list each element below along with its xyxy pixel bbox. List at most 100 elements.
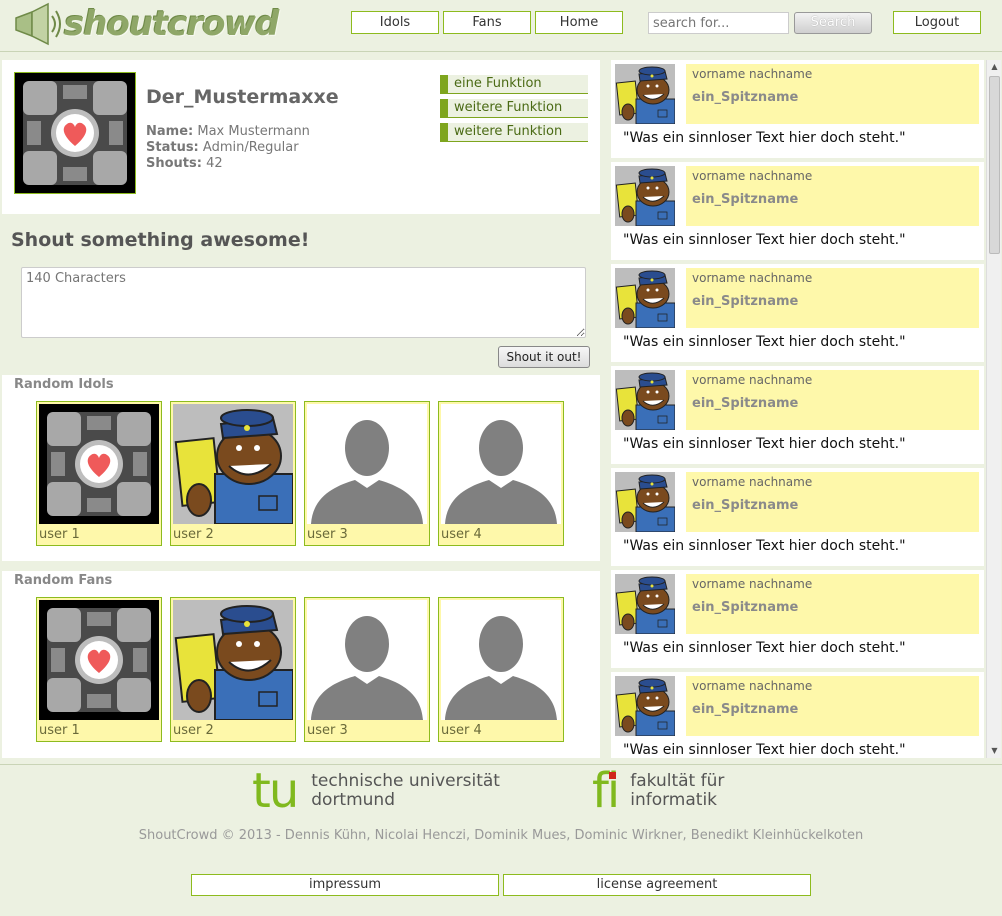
tu-logo-text: technische universität dortmund (311, 772, 500, 810)
tu-dortmund-logo[interactable]: tu technische universität dortmund (252, 763, 500, 819)
feed-message: "Was ein sinnloser Text hier doch steht.… (623, 538, 906, 554)
feed-item[interactable]: vorname nachname ein_Spitzname "Was ein … (611, 366, 984, 464)
shout-button[interactable]: Shout it out! (498, 346, 590, 368)
function-button-1[interactable]: eine Funktion (440, 75, 588, 94)
bear-police-icon (615, 166, 675, 226)
bear-police-icon (615, 64, 675, 124)
feed-nickname[interactable]: ein_Spitzname (692, 90, 798, 105)
feed-item[interactable]: vorname nachname ein_Spitzname "Was ein … (611, 162, 984, 260)
bear-police-icon (615, 472, 675, 532)
fi-logo-text: fakultät für informatik (630, 772, 724, 810)
companion-cube-icon (15, 73, 135, 193)
name-value: Max Mustermann (197, 124, 310, 139)
profile-shouts-line: Shouts: 42 (146, 156, 223, 171)
feed-name-box: vorname nachname ein_Spitzname (686, 676, 979, 736)
idol-card[interactable]: user 3 (304, 401, 430, 546)
feed-item[interactable]: vorname nachname ein_Spitzname "Was ein … (611, 672, 984, 758)
tu-line1: technische universität (311, 771, 500, 791)
feed-fullname: vorname nachname (692, 475, 813, 489)
feed-name-box: vorname nachname ein_Spitzname (686, 574, 979, 634)
feed-message: "Was ein sinnloser Text hier doch steht.… (623, 334, 906, 350)
function-button-2[interactable]: weitere Funktion (440, 99, 588, 118)
scroll-down-icon[interactable]: ▼ (987, 744, 1001, 758)
megaphone-icon (15, 2, 61, 46)
idol-card[interactable]: user 2 (170, 401, 296, 546)
feed-name-box: vorname nachname ein_Spitzname (686, 370, 979, 430)
impressum-link[interactable]: impressum (191, 874, 499, 896)
shout-title: Shout something awesome! (11, 229, 310, 251)
function-button-3[interactable]: weitere Funktion (440, 123, 588, 142)
logout-button[interactable]: Logout (893, 11, 981, 34)
idol-card[interactable]: user 1 (36, 401, 162, 546)
feed-nickname[interactable]: ein_Spitzname (692, 498, 798, 513)
feed-fullname: vorname nachname (692, 679, 813, 693)
search-button[interactable]: Search (794, 12, 872, 34)
feed-nickname[interactable]: ein_Spitzname (692, 192, 798, 207)
shouts-label: Shouts: (146, 156, 202, 171)
tu-logo-mark: tu (252, 763, 299, 819)
fi-logo-mark: fi (592, 767, 620, 815)
feed-nickname[interactable]: ein_Spitzname (692, 396, 798, 411)
feed-name-box: vorname nachname ein_Spitzname (686, 268, 979, 328)
license-agreement-link[interactable]: license agreement (503, 874, 811, 896)
search-input[interactable] (648, 12, 789, 34)
feed-nickname[interactable]: ein_Spitzname (692, 600, 798, 615)
profile-box: Der_Mustermaxxe Name: Max Mustermann Sta… (2, 60, 600, 214)
shout-feed[interactable]: vorname nachname ein_Spitzname "Was ein … (611, 60, 1001, 758)
feed-fullname: vorname nachname (692, 577, 813, 591)
scroll-up-icon[interactable]: ▲ (987, 60, 1001, 74)
fan-card[interactable]: user 1 (36, 597, 162, 742)
nav-home-button[interactable]: Home (535, 11, 623, 34)
feed-name-box: vorname nachname ein_Spitzname (686, 472, 979, 532)
fan-name: user 3 (307, 723, 348, 738)
fi-dot-icon (609, 772, 617, 779)
bear-police-icon (173, 404, 293, 524)
random-fans-label: Random Fans (14, 573, 113, 588)
companion-cube-icon (39, 600, 159, 720)
copyright-text: ShoutCrowd © 2013 - Dennis Kühn, Nicolai… (138, 828, 864, 843)
default-user-icon (307, 600, 427, 720)
profile-avatar (14, 72, 136, 194)
idol-name: user 2 (173, 527, 214, 542)
feed-nickname[interactable]: ein_Spitzname (692, 294, 798, 309)
nav-idols-button[interactable]: Idols (351, 11, 439, 34)
bear-police-icon (615, 574, 675, 634)
header: shoutcrowd Idols Fans Home Search Logout (0, 0, 1002, 52)
feed-item[interactable]: vorname nachname ein_Spitzname "Was ein … (611, 468, 984, 566)
companion-cube-icon (39, 404, 159, 524)
random-idols-panel: Random Idols user 1 user 2 user 3 user 4 (2, 375, 600, 561)
default-user-icon (307, 404, 427, 524)
bear-police-icon (173, 600, 293, 720)
fan-name: user 2 (173, 723, 214, 738)
logo[interactable]: shoutcrowd (10, 2, 279, 46)
feed-message: "Was ein sinnloser Text hier doch steht.… (623, 436, 906, 452)
profile-name-line: Name: Max Mustermann (146, 124, 310, 139)
footer: tu technische universität dortmund fi fa… (0, 764, 1002, 916)
feed-scrollbar[interactable]: ▲ ▼ (986, 60, 1001, 758)
tu-line2: dortmund (311, 790, 395, 810)
default-user-icon (441, 600, 561, 720)
feed-fullname: vorname nachname (692, 169, 813, 183)
idol-card[interactable]: user 4 (438, 401, 564, 546)
feed-item[interactable]: vorname nachname ein_Spitzname "Was ein … (611, 60, 984, 158)
scrollbar-thumb[interactable] (989, 76, 1000, 254)
fan-card[interactable]: user 4 (438, 597, 564, 742)
fi-line1: fakultät für (630, 771, 725, 791)
profile-status-line: Status: Admin/Regular (146, 140, 299, 155)
shouts-value: 42 (206, 156, 223, 171)
feed-nickname[interactable]: ein_Spitzname (692, 702, 798, 717)
fakultaet-informatik-logo[interactable]: fi fakultät für informatik (592, 767, 724, 815)
idol-name: user 4 (441, 527, 482, 542)
feed-item[interactable]: vorname nachname ein_Spitzname "Was ein … (611, 264, 984, 362)
idol-name: user 1 (39, 527, 80, 542)
default-user-icon (441, 404, 561, 524)
feed-item[interactable]: vorname nachname ein_Spitzname "Was ein … (611, 570, 984, 668)
idol-name: user 3 (307, 527, 348, 542)
name-label: Name: (146, 124, 194, 139)
random-fans-panel: Random Fans user 1 user 2 user 3 user 4 (2, 571, 600, 758)
nav-fans-button[interactable]: Fans (443, 11, 531, 34)
logo-text: shoutcrowd (64, 4, 279, 44)
shout-textarea[interactable] (21, 267, 586, 338)
fan-card[interactable]: user 3 (304, 597, 430, 742)
fan-card[interactable]: user 2 (170, 597, 296, 742)
